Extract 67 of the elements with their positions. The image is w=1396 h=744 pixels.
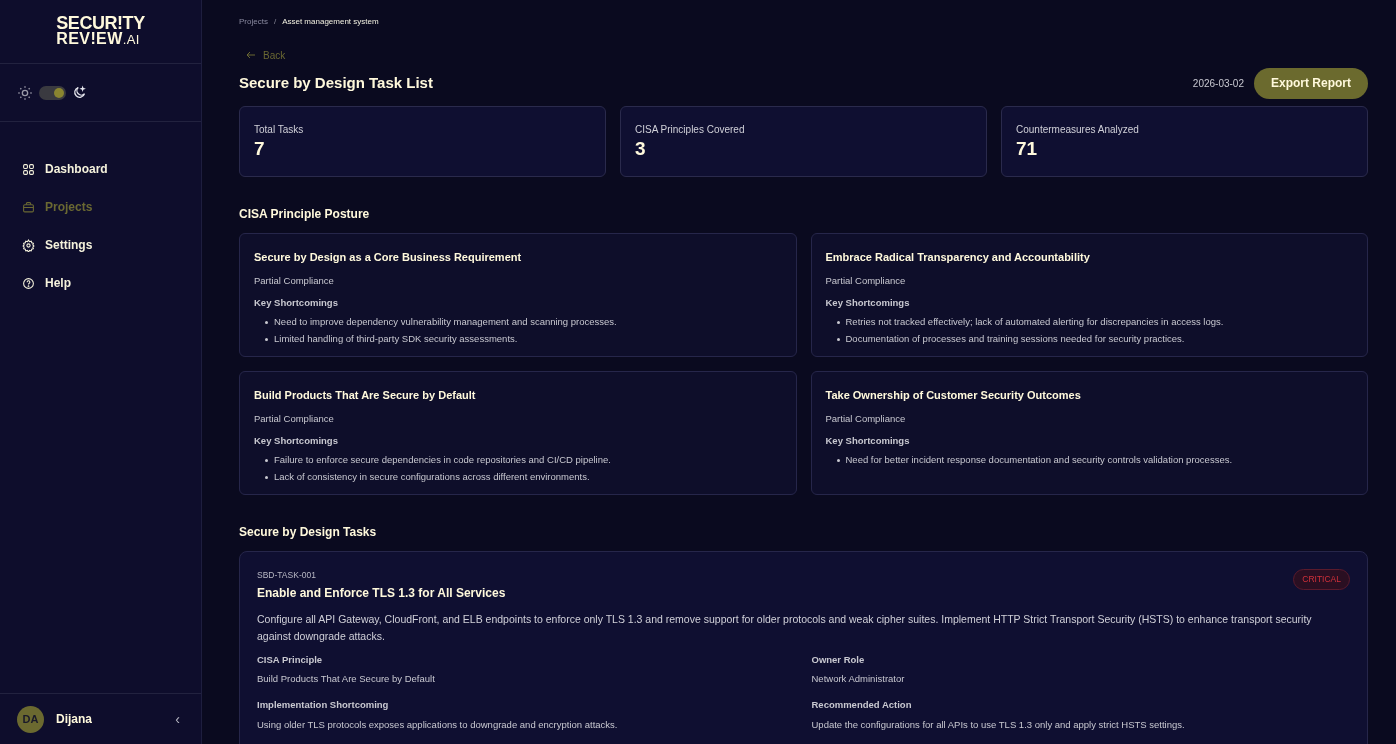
breadcrumb-item: Asset management system	[282, 16, 379, 28]
severity-badge: CRITICAL	[1293, 569, 1350, 590]
principle-title: Take Ownership of Customer Security Outcomes	[825, 388, 1082, 403]
settings-icon	[22, 238, 35, 252]
nav-item[interactable]: Help	[14, 269, 187, 297]
task-description: Configure all API Gateway, CloudFront, and ELB endpoints to enforce only TLS 1.3 and remove support for older protocols and weak cipher suites. Implement HTTP Strict Transport Security (HSTS) to enhance transport security against downgrade attacks.	[257, 611, 1313, 644]
principle-title: Build Products That Are Secure by Default	[254, 388, 477, 403]
bullet-icon	[265, 320, 268, 324]
task-title: Enable and Enforce TLS 1.3 for All Services	[257, 584, 507, 602]
compliance-status: Partial Compliance	[254, 273, 335, 288]
shortcoming-item: Failure to enforce secure dependencies in code repositories and CI/CD pipeline.	[274, 453, 611, 467]
shortcomings-label: Key Shortcomings	[254, 295, 339, 310]
user-avatar: DA	[17, 705, 44, 733]
compliance-status: Partial Compliance	[825, 411, 907, 426]
shortcoming-item: Documentation of processes and training sessions needed for security practices.	[845, 332, 1185, 347]
grid-icon	[22, 162, 35, 176]
field-label: CISA Principle	[257, 652, 324, 667]
bullet-icon	[265, 337, 268, 341]
bullet-icon	[836, 458, 840, 462]
task-id: SBD-TASK-001	[257, 569, 317, 582]
field-value: Update the configurations for all APIs to use TLS 1.3 only and apply strict HSTS settings.	[811, 717, 1186, 732]
breadcrumb-item[interactable]: Projects	[239, 16, 268, 28]
stat-label: Total Tasks	[254, 123, 305, 137]
shortcoming-item: Need for better incident response documentation and security controls validation processes.	[845, 453, 1233, 467]
compliance-status: Partial Compliance	[825, 273, 907, 288]
briefcase-icon	[22, 200, 35, 214]
field-value: Network Administrator	[811, 672, 906, 686]
principle-title: Embrace Radical Transparency and Accountability	[825, 250, 1091, 265]
moon-icon	[72, 85, 87, 100]
nav-item[interactable]: Settings	[14, 231, 187, 259]
shortcoming-item: Retries not tracked effectively; lack of automated alerting for discrepancies in access logs.	[845, 315, 1224, 329]
field-value: Build Products That Are Secure by Default	[257, 672, 436, 686]
stat-value: 71	[1016, 137, 1039, 161]
stat-value: 7	[254, 137, 266, 161]
bullet-icon	[836, 337, 840, 341]
shortcomings-label: Key Shortcomings	[825, 295, 911, 310]
bullet-icon	[836, 320, 840, 324]
sun-icon	[17, 84, 33, 101]
breadcrumb-separator: /	[273, 16, 277, 28]
report-date: 2026-03-02	[1192, 76, 1244, 91]
shortcoming-item: Lack of consistency in secure configurations across different environments.	[274, 470, 590, 485]
compliance-status: Partial Compliance	[254, 411, 335, 426]
theme-toggle[interactable]	[39, 85, 66, 100]
export-report-button[interactable]: Export Report	[1254, 67, 1368, 99]
nav-item[interactable]: Dashboard	[14, 155, 187, 183]
field-value: Using older TLS protocols exposes applications to downgrade and encryption attacks.	[257, 717, 619, 732]
shortcomings-label: Key Shortcomings	[825, 433, 911, 448]
logo: SECUR!TY REV!EW.AI	[56, 15, 145, 48]
bullet-icon	[265, 458, 268, 462]
shortcoming-item: Limited handling of third-party SDK security assessments.	[274, 332, 518, 347]
arrow-left-icon	[245, 49, 257, 61]
section-heading: CISA Principle Posture	[239, 206, 371, 223]
collapse-button[interactable]: ‹	[175, 708, 184, 730]
principle-title: Secure by Design as a Core Business Requirement	[254, 250, 523, 265]
stat-label: Countermeasures Analyzed	[1016, 123, 1140, 137]
page-title: Secure by Design Task List	[239, 72, 434, 93]
stat-value: 3	[635, 137, 647, 161]
user-name: Dijana	[56, 711, 93, 728]
help-icon	[22, 276, 35, 290]
field-label: Implementation Shortcoming	[257, 698, 390, 713]
field-label: Owner Role	[811, 652, 866, 667]
bullet-icon	[265, 475, 268, 479]
stat-label: CISA Principles Covered	[635, 123, 746, 137]
shortcomings-label: Key Shortcomings	[254, 433, 339, 448]
section-heading: Secure by Design Tasks	[239, 524, 378, 541]
field-label: Recommended Action	[811, 698, 913, 713]
shortcoming-item: Need to improve dependency vulnerability management and scanning processes.	[274, 315, 617, 329]
